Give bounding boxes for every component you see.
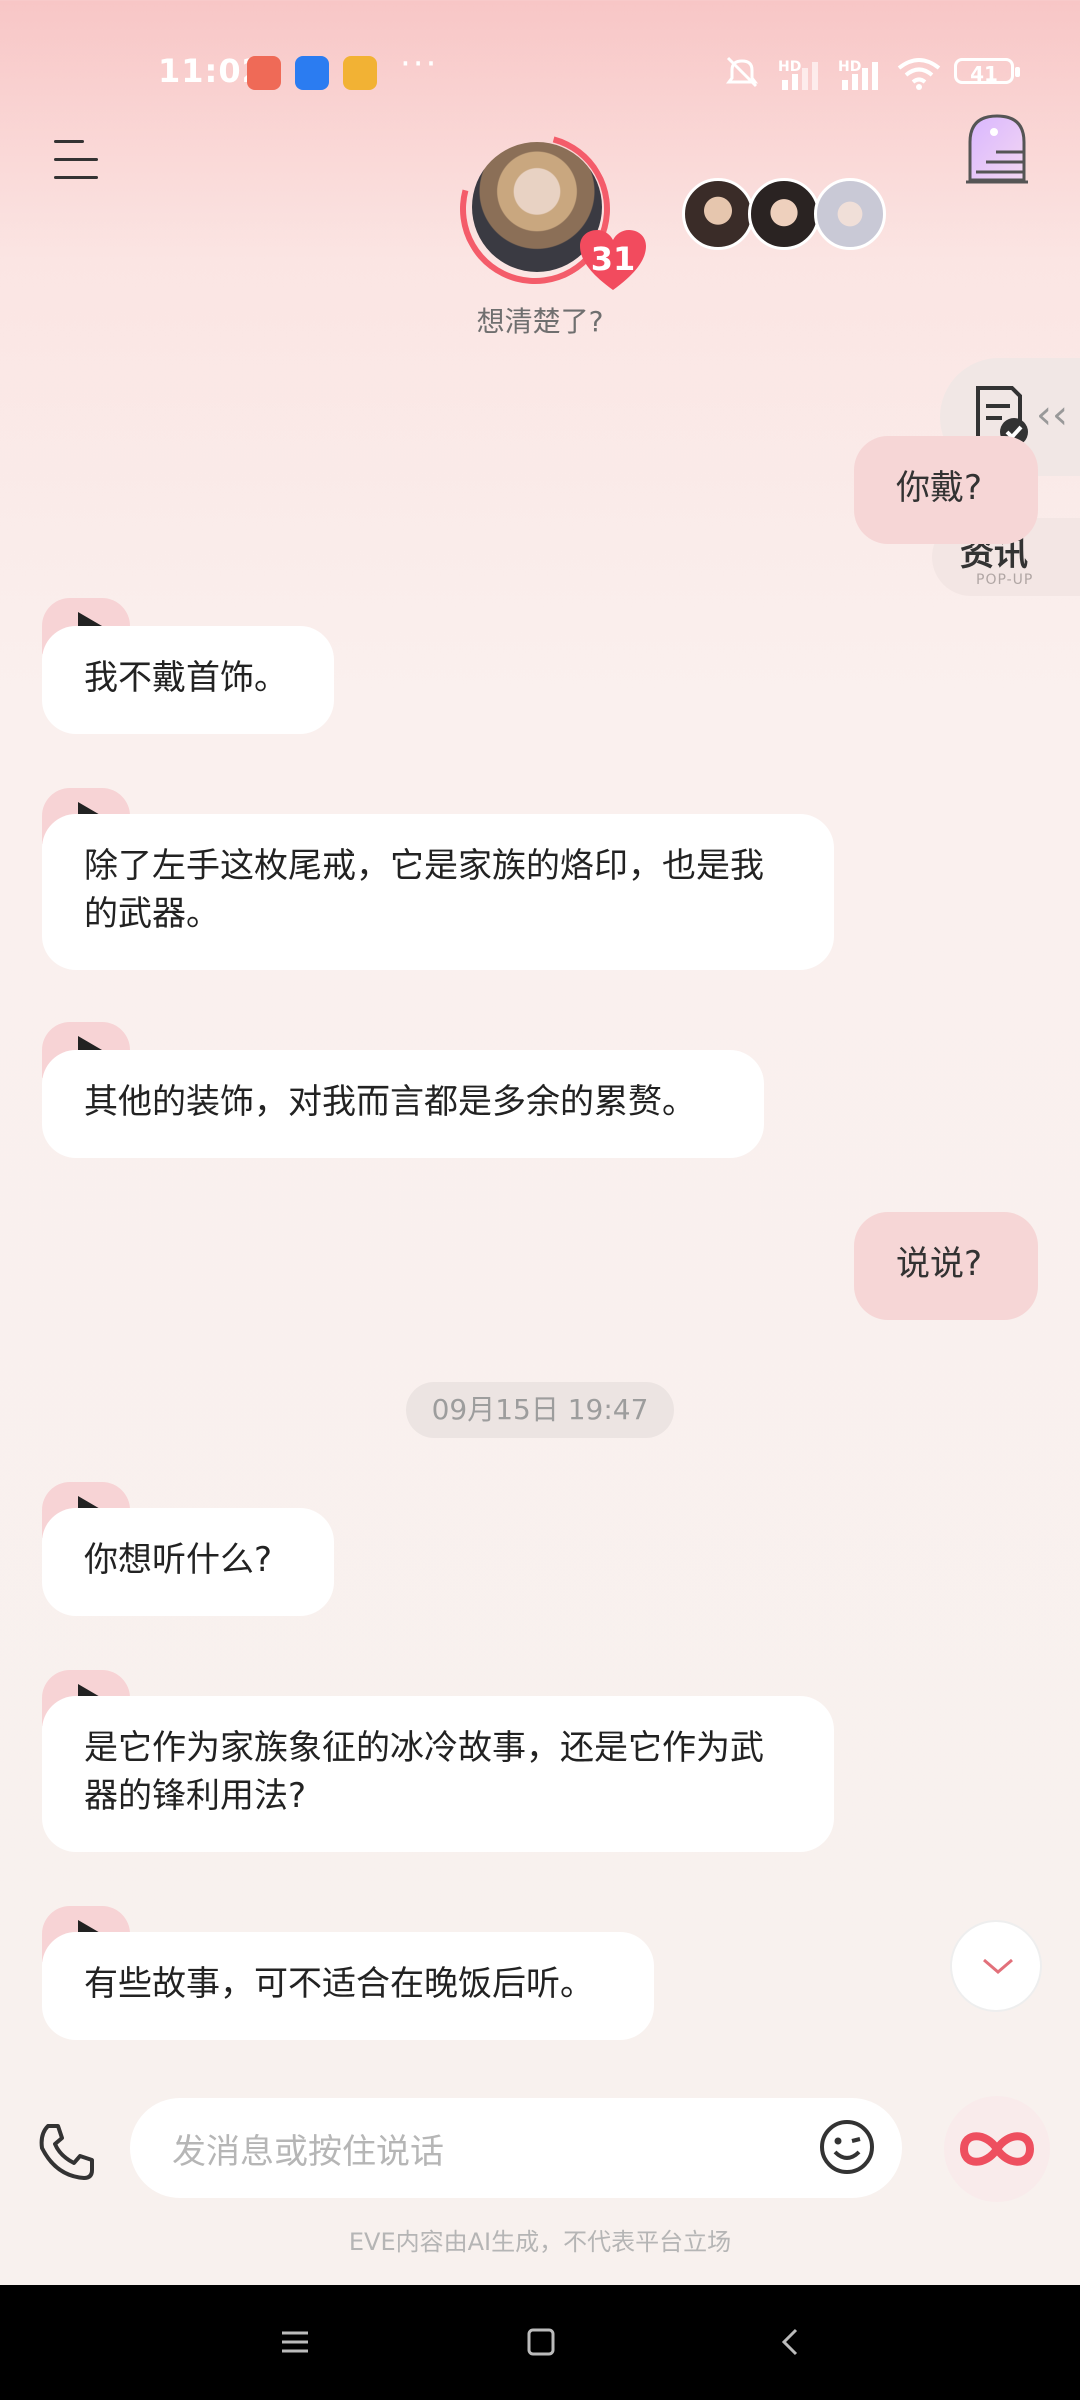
- signal-2-icon: [842, 62, 878, 90]
- app-notification-icon-red: [247, 56, 281, 90]
- character-avatar-3[interactable]: [814, 178, 886, 250]
- message-input[interactable]: 发消息或按住说话: [130, 2098, 902, 2198]
- mute-icon: [726, 56, 758, 88]
- chevron-down-icon: [983, 1958, 1013, 1974]
- infinity-icon: [959, 2132, 1035, 2166]
- battery-indicator: 41: [954, 58, 1020, 86]
- message-out-1[interactable]: 你戴?: [854, 436, 1038, 544]
- more-notifications-icon: ···: [400, 44, 439, 84]
- signal-1-icon: [782, 62, 818, 90]
- alipay-notification-icon: [295, 56, 329, 90]
- ai-disclaimer: EVE内容由AI生成，不代表平台立场: [348, 2228, 732, 2256]
- message-in-1[interactable]: 我不戴首饰。: [42, 626, 334, 734]
- character-avatar[interactable]: 31: [432, 106, 646, 312]
- dream-window-icon[interactable]: [958, 110, 1036, 188]
- affection-heart-badge: 31: [578, 228, 648, 292]
- message-in-3[interactable]: 其他的装饰，对我而言都是多余的累赘。: [42, 1050, 764, 1158]
- system-navigation-bar: [0, 2285, 1080, 2400]
- menu-button[interactable]: [54, 138, 100, 180]
- message-input-placeholder: 发消息或按住说话: [172, 2132, 444, 2172]
- menu-line-1: [54, 140, 84, 143]
- menu-line-3: [54, 176, 98, 179]
- message-out-2[interactable]: 说说?: [854, 1212, 1038, 1320]
- home-icon[interactable]: [526, 2327, 556, 2357]
- character-avatar-2[interactable]: [748, 178, 820, 250]
- collapse-chevron-icon: ‹‹: [1036, 392, 1068, 438]
- character-avatar-1[interactable]: [682, 178, 754, 250]
- phone-call-icon[interactable]: [34, 2120, 98, 2184]
- emoji-icon[interactable]: [818, 2118, 876, 2176]
- infinity-button[interactable]: [944, 2096, 1050, 2202]
- message-timestamp: 09月15日 19:47: [406, 1382, 674, 1438]
- status-bar: 11:02 ··· HD HD 41: [0, 0, 1080, 140]
- message-in-5[interactable]: 是它作为家族象征的冰冷故事，还是它作为武器的锋利用法?: [42, 1696, 834, 1852]
- news-sub-label: POP-UP: [976, 572, 1034, 588]
- affection-count: 31: [590, 240, 636, 278]
- wifi-icon: [897, 58, 941, 90]
- recent-apps-icon[interactable]: [280, 2327, 310, 2357]
- back-icon[interactable]: [776, 2327, 806, 2357]
- message-in-4[interactable]: 你想听什么?: [42, 1508, 334, 1616]
- message-notification-icon: [343, 56, 377, 90]
- scroll-to-bottom-button[interactable]: [950, 1920, 1042, 2012]
- avatar-caption: 想清楚了?: [476, 305, 604, 338]
- message-in-6[interactable]: 有些故事，可不适合在晚饭后听。: [42, 1932, 654, 2040]
- message-in-2[interactable]: 除了左手这枚尾戒，它是家族的烙印，也是我的武器。: [42, 814, 834, 970]
- menu-line-2: [54, 158, 98, 161]
